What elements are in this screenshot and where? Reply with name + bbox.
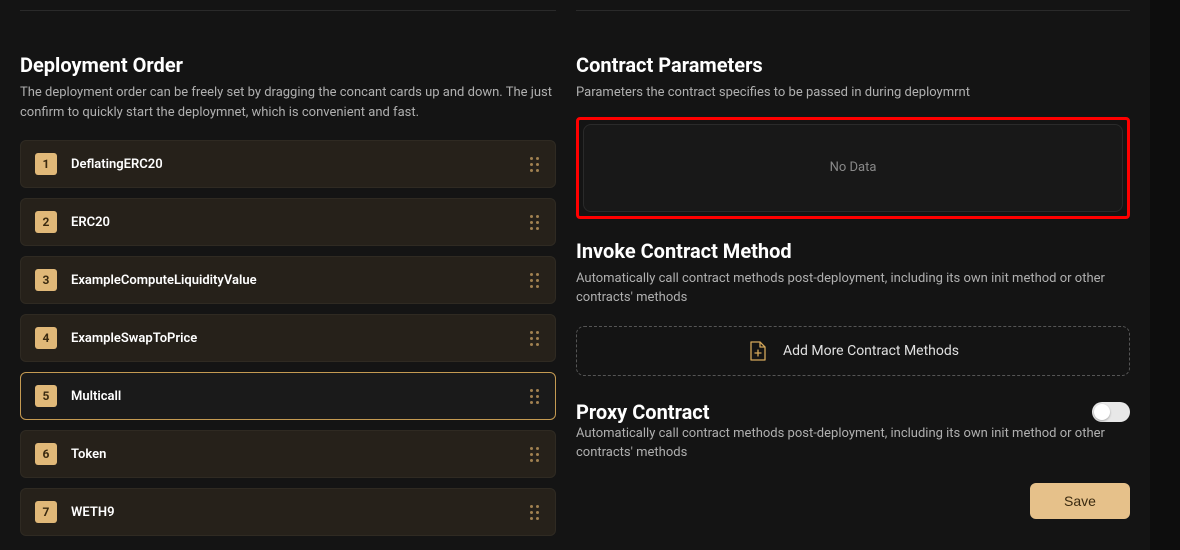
divider [576,10,1130,11]
deployment-order-item[interactable]: 3 ExampleComputeLiquidityValue [20,256,556,304]
toggle-knob [1094,404,1110,420]
order-item-name: ERC20 [71,215,528,230]
order-item-name: ExampleComputeLiquidityValue [71,273,528,288]
add-contract-method-button[interactable]: Add More Contract Methods [576,326,1130,376]
drag-handle-icon[interactable] [528,151,541,178]
proxy-contract-toggle[interactable] [1092,402,1130,422]
deployment-order-item[interactable]: 2 ERC20 [20,198,556,246]
deployment-order-list: 1 DeflatingERC20 2 ERC20 3 ExampleComputeLiqu… [20,140,556,536]
deployment-order-title: Deployment Order [20,53,556,77]
deployment-order-item[interactable]: 1 DeflatingERC20 [20,140,556,188]
invoke-desc: Automatically call contract methods post… [576,269,1130,308]
contract-params-desc: Parameters the contract specifies to be … [576,83,1130,103]
deployment-order-item[interactable]: 7 WETH9 [20,488,556,536]
contract-params-highlight: No Data [576,117,1130,219]
order-item-name: ExampleSwapToPrice [71,331,528,346]
divider [20,10,556,11]
drag-handle-icon[interactable] [528,441,541,468]
invoke-title: Invoke Contract Method [576,239,1130,263]
drag-handle-icon[interactable] [528,325,541,352]
no-data-label: No Data [830,160,877,175]
save-button[interactable]: Save [1030,483,1130,519]
deployment-order-item[interactable]: 5 Multicall [20,372,556,420]
order-item-name: DeflatingERC20 [71,157,528,172]
drag-handle-icon[interactable] [528,267,541,294]
proxy-contract-title: Proxy Contract [576,400,709,424]
drag-handle-icon[interactable] [528,499,541,526]
deployment-order-item[interactable]: 4 ExampleSwapToPrice [20,314,556,362]
contract-params-title: Contract Parameters [576,53,1130,77]
contract-params-empty-box: No Data [583,124,1123,212]
file-plus-icon [747,340,769,362]
drag-handle-icon[interactable] [528,209,541,236]
deployment-order-panel: Deployment Order The deployment order ca… [0,0,556,550]
proxy-desc: Automatically call contract methods post… [576,424,1130,463]
order-number-badge: 1 [35,153,57,175]
order-number-badge: 3 [35,269,57,291]
deployment-order-desc: The deployment order can be freely set b… [20,83,556,122]
order-item-name: Token [71,447,528,462]
order-number-badge: 7 [35,501,57,523]
order-number-badge: 6 [35,443,57,465]
right-panel: Contract Parameters Parameters the contr… [556,0,1150,550]
order-number-badge: 5 [35,385,57,407]
deployment-order-item[interactable]: 6 Token [20,430,556,478]
order-number-badge: 4 [35,327,57,349]
order-item-name: Multicall [71,389,528,404]
add-contract-method-label: Add More Contract Methods [783,343,959,359]
order-number-badge: 2 [35,211,57,233]
order-item-name: WETH9 [71,505,528,520]
drag-handle-icon[interactable] [528,383,541,410]
